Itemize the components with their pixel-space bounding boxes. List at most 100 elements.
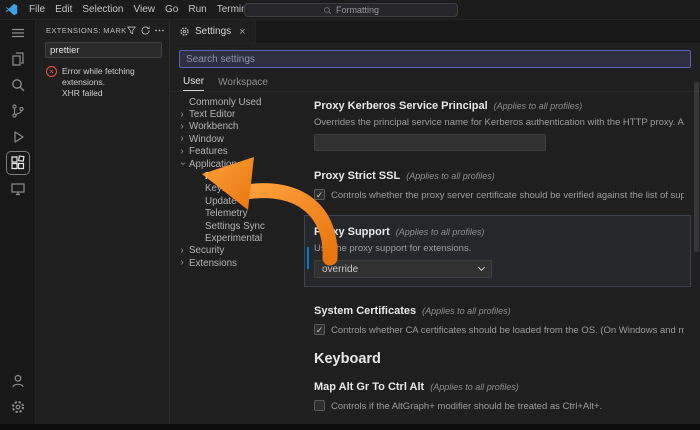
chevron-right-icon: › — [178, 148, 186, 156]
setting-proxy-kerberos-service-principal: Proxy Kerberos Service Principal(Applies… — [314, 96, 684, 151]
toc-label: Keyboard — [205, 183, 247, 194]
close-icon[interactable] — [239, 26, 245, 38]
toc-label: Proxy — [205, 171, 232, 182]
dropdown-value: override — [322, 264, 358, 275]
setting-desc-line: Controls if the AltGraph+ modifier shoul… — [314, 400, 684, 412]
filter-icon[interactable] — [126, 25, 137, 36]
setting-title-line: Map Alt Gr To Ctrl Alt (Applies to all pr… — [314, 377, 684, 395]
chevron-right-icon: › — [178, 247, 186, 255]
setting-title: System Certificates — [314, 305, 416, 317]
error-icon — [46, 66, 57, 77]
setting-title: Proxy Kerberos Service Principal — [314, 100, 488, 112]
tab-settings[interactable]: Settings — [170, 20, 256, 43]
refresh-icon[interactable] — [140, 25, 151, 36]
toc-label: Security — [189, 245, 224, 256]
setting-text-input[interactable] — [314, 134, 546, 151]
setting-description: Overrides the principal service name for… — [314, 117, 684, 128]
activity-manage[interactable] — [0, 394, 36, 420]
setting-description: Controls if the AltGraph+ modifier shoul… — [331, 401, 684, 412]
activity-search[interactable] — [0, 72, 36, 98]
toc-label: Telemetry — [205, 208, 247, 219]
setting-scope: (Applies to all profiles) — [396, 227, 485, 237]
setting-scope: (Applies to all profiles) — [422, 306, 511, 316]
menu-view[interactable]: View — [129, 4, 161, 15]
settings-toc: Commonly Used›Text Editor›Workbench›Wind… — [170, 92, 298, 424]
sidebar-header: EXTENSIONS: MARKE... — [37, 20, 169, 41]
command-center-text: Formatting — [336, 5, 379, 15]
scrollbar[interactable] — [694, 82, 699, 252]
more-icon[interactable] — [154, 25, 165, 36]
settings-body: Commonly Used›Text Editor›Workbench›Wind… — [170, 92, 700, 424]
accounts-icon — [10, 373, 26, 389]
error-line2: XHR failed — [62, 88, 163, 99]
toc-item-workbench[interactable]: ›Workbench — [170, 121, 298, 133]
gear-icon — [179, 26, 190, 37]
setting-scope: (Applies to all profiles) — [406, 171, 495, 181]
toc-item-window[interactable]: ›Window — [170, 133, 298, 145]
toc-item-extensions[interactable]: ›Extensions — [170, 257, 298, 269]
error-line1: Error while fetching extensions. — [62, 66, 163, 88]
title-bar: FileEditSelectionViewGoRunTerminalHelp F… — [0, 0, 700, 20]
setting-desc-line: ✓Controls whether the proxy server certi… — [314, 189, 684, 201]
setting-checkbox[interactable] — [314, 400, 325, 411]
setting-title-line: System Certificates (Applies to all profi… — [314, 301, 684, 319]
toc-item-application[interactable]: ›Application — [170, 158, 298, 170]
toc-item-security[interactable]: ›Security — [170, 245, 298, 257]
command-center-search[interactable]: Formatting — [244, 3, 458, 17]
setting-title-line: Proxy Support (Applies to all profiles) — [314, 222, 681, 240]
setting-title: Proxy Support — [314, 226, 390, 238]
extensions-sidebar: EXTENSIONS: MARKE... Error while fetchin… — [37, 20, 170, 424]
toc-label: Experimental — [205, 233, 262, 244]
chevron-right-icon: › — [178, 123, 186, 131]
sidebar-title: EXTENSIONS: MARKE... — [46, 26, 126, 35]
toc-item-text-editor[interactable]: ›Text Editor — [170, 108, 298, 120]
scope-tab-workspace[interactable]: Workspace — [218, 77, 268, 91]
settings-search-input[interactable] — [179, 50, 691, 68]
scope-tab-user[interactable]: User — [183, 76, 204, 91]
activity-run-and-debug[interactable] — [0, 124, 36, 150]
activity-bar-bottom — [0, 368, 35, 424]
toc-item-commonly-used[interactable]: Commonly Used — [170, 96, 298, 108]
chevron-down-icon — [478, 264, 485, 271]
menu-edit[interactable]: Edit — [50, 4, 77, 15]
extensions-search-input[interactable] — [45, 42, 162, 58]
toc-item-features[interactable]: ›Features — [170, 146, 298, 158]
activity-source-control[interactable] — [0, 98, 36, 124]
menu-go[interactable]: Go — [160, 4, 183, 15]
toc-label: Update — [205, 196, 237, 207]
error-text: Error while fetching extensions. XHR fai… — [62, 66, 163, 99]
toc-item-update[interactable]: Update — [170, 195, 298, 207]
activity-extensions[interactable] — [0, 150, 36, 176]
settings-list: Proxy Kerberos Service Principal (Applies… — [298, 92, 700, 424]
extensions-error: Error while fetching extensions. XHR fai… — [37, 58, 169, 99]
toc-label: Commonly Used — [189, 97, 261, 108]
chevron-down-icon: › — [178, 160, 186, 168]
setting-desc-line: ✓Controls whether CA certificates should… — [314, 324, 684, 336]
activity-menu[interactable] — [0, 20, 36, 46]
toc-label: Window — [189, 134, 224, 145]
menu-file[interactable]: File — [24, 4, 50, 15]
setting-checkbox[interactable]: ✓ — [314, 324, 325, 335]
search-icon — [10, 77, 26, 93]
activity-explorer[interactable] — [0, 46, 36, 72]
setting-description: Use the proxy support for extensions. — [314, 243, 681, 254]
chevron-right-icon: › — [178, 135, 186, 143]
settings-search-row — [170, 44, 700, 72]
setting-dropdown[interactable]: override — [314, 260, 492, 278]
menu-selection[interactable]: Selection — [77, 4, 128, 15]
activity-remote-explorer[interactable] — [0, 176, 36, 202]
setting-scope: (Applies to all profiles) — [430, 382, 519, 392]
toc-item-proxy[interactable]: Proxy — [170, 170, 298, 182]
menu-run[interactable]: Run — [183, 4, 211, 15]
toc-label: Extensions — [189, 258, 237, 269]
activity-accounts[interactable] — [0, 368, 36, 394]
toc-item-telemetry[interactable]: Telemetry — [170, 208, 298, 220]
toc-item-experimental[interactable]: Experimental — [170, 232, 298, 244]
tab-label: Settings — [195, 26, 231, 37]
setting-proxy-strict-ssl: Proxy Strict SSL(Applies to all profiles… — [314, 166, 684, 201]
chevron-right-icon: › — [178, 111, 186, 119]
toc-item-settings-sync[interactable]: Settings Sync — [170, 220, 298, 232]
setting-checkbox[interactable]: ✓ — [314, 189, 325, 200]
setting-title: Map Alt Gr To Ctrl Alt — [314, 381, 424, 393]
toc-item-keyboard[interactable]: Keyboard — [170, 183, 298, 195]
